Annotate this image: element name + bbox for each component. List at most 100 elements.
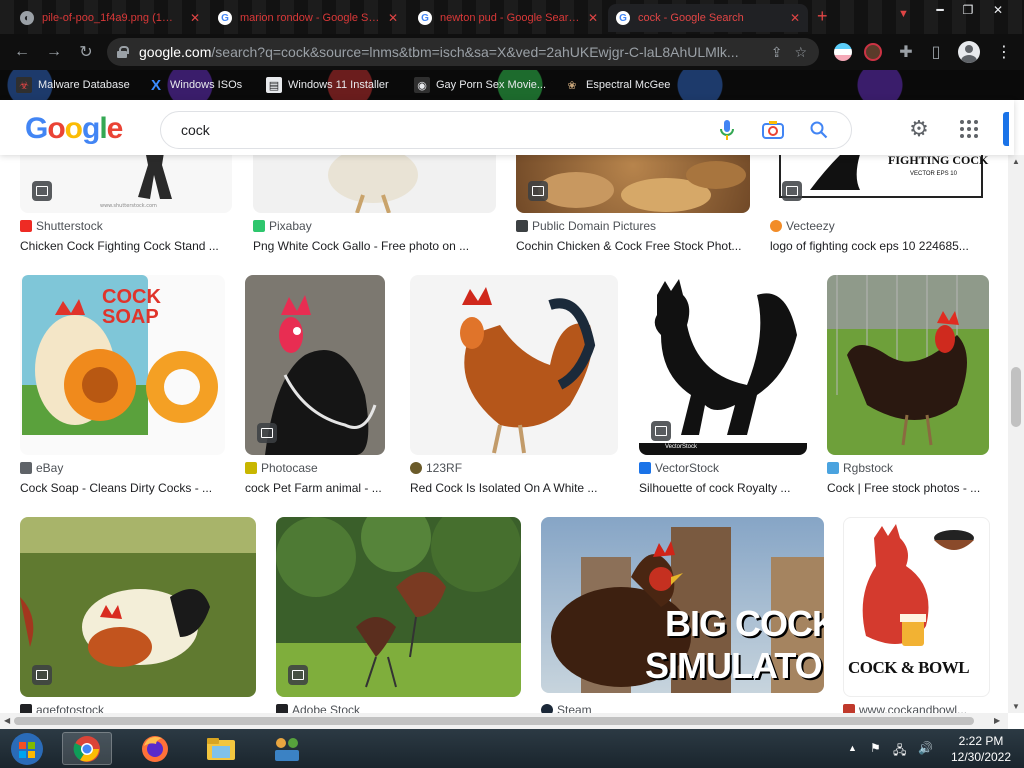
side-panel-icon[interactable]: ▯ [926,42,946,62]
address-bar[interactable]: google.com/search?q=cock&source=lnms&tbm… [107,38,819,66]
window-close-button[interactable]: ✕ [984,2,1012,18]
volume-icon[interactable]: 🔊 [918,741,933,755]
horizontal-scroll-thumb[interactable] [14,717,974,725]
result-card[interactable]: Adobe Stock [276,517,521,713]
result-source[interactable]: Adobe Stock [276,703,360,713]
chrome-taskbar-icon[interactable] [62,732,112,765]
firefox-taskbar-icon[interactable] [130,732,180,765]
result-card[interactable]: Pixabay Png White Cock Gallo - Free phot… [253,155,496,255]
result-source[interactable]: agefotostock [20,703,104,713]
tab-newton-pud[interactable]: G newton pud - Google Sear… ✕ [410,4,606,32]
horizontal-scrollbar[interactable]: ◀ ▶ [0,713,1008,729]
result-source[interactable]: Pixabay [253,219,312,233]
result-caption[interactable]: Red Cock Is Isolated On A White ... [410,481,618,495]
bookmark-malware-database[interactable]: ☣ Malware Database [16,77,130,93]
result-card[interactable]: BIG COCKSIMULATOR Steam [541,517,824,713]
result-card[interactable]: VectorStock VectorStock Silhouette of co… [639,275,807,497]
result-thumbnail[interactable] [516,155,750,213]
result-source[interactable]: Photocase [245,461,318,475]
scroll-right-icon[interactable]: ▶ [994,716,1000,725]
result-source[interactable]: eBay [20,461,63,475]
result-card[interactable]: Photocase cock Pet Farm animal - ... [245,275,385,497]
result-card[interactable]: FIGHTING COCK VECTOR EPS 10 Vecteezy log… [770,155,990,255]
search-icon[interactable] [807,118,831,142]
result-caption[interactable]: Cochin Chicken & Cock Free Stock Phot... [516,239,750,253]
action-center-flag-icon[interactable]: ⚑ [870,741,881,755]
result-caption[interactable]: cock Pet Farm animal - ... [245,481,385,495]
result-source[interactable]: VectorStock [639,461,719,475]
tab-search-icon[interactable]: ▼ [898,8,909,20]
result-card[interactable]: agefotostock [20,517,256,713]
google-logo[interactable]: Google [25,112,123,146]
reload-icon[interactable]: ↻ [76,42,96,62]
camera-lens-icon[interactable] [761,118,785,142]
microphone-icon[interactable] [715,118,739,142]
vertical-scroll-thumb[interactable] [1011,367,1021,427]
result-thumbnail[interactable]: COCK SOAP [20,275,225,455]
back-arrow-icon[interactable]: ← [12,42,32,62]
close-icon[interactable]: ✕ [588,11,598,25]
system-clock[interactable]: 2:22 PM 12/30/2022 [946,733,1016,765]
result-source[interactable]: Public Domain Pictures [516,219,656,233]
result-caption[interactable]: logo of fighting cock eps 10 224685... [770,239,990,253]
result-caption[interactable]: Cock Soap - Cleans Dirty Cocks - ... [20,481,225,495]
result-thumbnail[interactable] [410,275,618,455]
result-card[interactable]: COCK SOAP eBay Cock Soap - Cleans Dirty C… [20,275,225,497]
tab-cock-search[interactable]: G cock - Google Search ✕ [608,4,808,32]
lock-icon[interactable] [117,46,129,58]
result-thumbnail[interactable] [20,517,256,697]
result-thumbnail[interactable] [276,517,521,697]
forward-arrow-icon[interactable]: → [44,42,64,62]
tab-marion-rondow[interactable]: G marion rondow - Google S… ✕ [210,4,406,32]
share-icon[interactable]: ⇪ [771,44,783,61]
minimize-button[interactable]: ━ [926,2,954,18]
vertical-scrollbar[interactable]: ▲ ▼ [1008,155,1024,713]
show-hidden-icons-icon[interactable]: ▲ [848,743,857,753]
result-caption[interactable]: Cock | Free stock photos - ... [827,481,989,495]
result-card[interactable]: www.shutterstock.com Shutterstock Chicke… [20,155,232,255]
result-card[interactable]: 123RF Red Cock Is Isolated On A White ..… [410,275,618,497]
result-source[interactable]: 123RF [410,461,462,475]
result-thumbnail[interactable]: COCK & BOWL [843,517,990,697]
result-thumbnail[interactable] [827,275,989,455]
extensions-puzzle-icon[interactable]: ✚ [896,42,916,62]
kebab-menu-icon[interactable]: ⋮ [996,42,1012,62]
tab-pile-of-poo[interactable]: ◐ pile-of-poo_1f4a9.png (1… ✕ [12,4,208,32]
result-thumbnail[interactable] [245,275,385,455]
result-caption[interactable]: Png White Cock Gallo - Free photo on ... [253,239,496,253]
bookmark-windows-isos[interactable]: X Windows ISOs [148,77,242,94]
result-card[interactable]: COCK & BOWL www.cockandbowl... [843,517,990,713]
result-thumbnail[interactable]: www.shutterstock.com [20,155,232,213]
result-card[interactable]: Rgbstock Cock | Free stock photos - ... [827,275,989,497]
new-tab-button[interactable]: + [817,6,828,27]
result-card[interactable]: Public Domain Pictures Cochin Chicken & … [516,155,750,255]
bookmark-star-icon[interactable]: ☆ [794,44,807,61]
url-text[interactable]: google.com/search?q=cock&source=lnms&tbm… [139,44,771,60]
scroll-left-icon[interactable]: ◀ [4,716,10,725]
restore-button[interactable]: ❐ [954,2,982,18]
result-source[interactable]: Rgbstock [827,461,893,475]
google-apps-icon[interactable] [960,120,978,138]
close-icon[interactable]: ✕ [190,11,200,25]
result-thumbnail[interactable]: BIG COCKSIMULATOR [541,517,824,693]
result-thumbnail[interactable]: FIGHTING COCK VECTOR EPS 10 [770,155,990,213]
result-source[interactable]: Steam [541,703,592,713]
result-caption[interactable]: Silhouette of cock Royalty ... [639,481,807,495]
result-source[interactable]: Shutterstock [20,219,103,233]
file-explorer-taskbar-icon[interactable] [196,732,246,765]
close-icon[interactable]: ✕ [388,11,398,25]
bookmark-espectral-mcgee[interactable]: ❀ Espectral McGee [564,77,670,93]
scroll-up-icon[interactable]: ▲ [1012,157,1020,166]
settings-gear-icon[interactable]: ⚙ [908,118,930,140]
extension-avatar-icon[interactable] [864,43,882,61]
profile-avatar-icon[interactable] [958,41,980,63]
start-button[interactable] [2,732,52,765]
result-caption[interactable]: Chicken Cock Fighting Cock Stand ... [20,239,232,253]
bookmark-site-4[interactable]: ◉ Gay Porn Sex Movie... [414,77,546,93]
close-icon[interactable]: ✕ [790,11,800,25]
sign-in-button[interactable] [1003,112,1009,146]
network-icon[interactable]: 🖧 [893,741,906,762]
extension-flag-icon[interactable] [834,43,852,61]
search-input[interactable] [181,122,715,138]
result-thumbnail[interactable] [253,155,496,213]
